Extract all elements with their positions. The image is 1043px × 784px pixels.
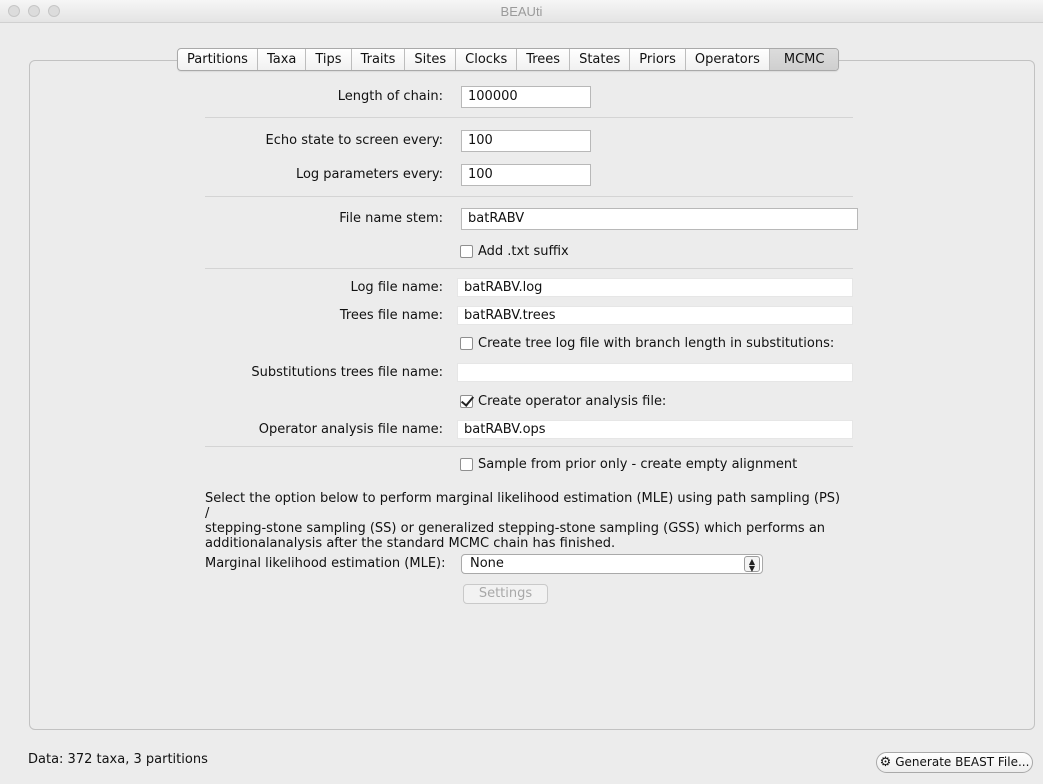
checkbox-box[interactable] [460, 337, 473, 350]
echo-state-field[interactable]: 100 [461, 130, 591, 152]
tab-traits[interactable]: Traits [352, 49, 406, 70]
tab-states[interactable]: States [570, 49, 631, 70]
file-name-stem-label: File name stem: [339, 211, 443, 226]
tab-operators[interactable]: Operators [686, 49, 770, 70]
tab-partitions[interactable]: Partitions [178, 49, 258, 70]
mle-selected-value: None [470, 556, 504, 571]
log-file-name-label: Log file name: [350, 280, 443, 295]
operator-analysis-file-label: Operator analysis file name: [258, 422, 443, 437]
separator [205, 268, 853, 269]
add-txt-suffix-label: Add .txt suffix [478, 244, 569, 259]
file-name-stem-field[interactable]: batRABV [461, 208, 858, 230]
checkbox-box[interactable] [460, 245, 473, 258]
tab-tips[interactable]: Tips [306, 49, 352, 70]
separator [205, 196, 853, 197]
tab-taxa[interactable]: Taxa [258, 49, 307, 70]
tab-priors[interactable]: Priors [630, 49, 686, 70]
substitutions-trees-file-field[interactable] [457, 363, 853, 382]
log-parameters-field[interactable]: 100 [461, 164, 591, 186]
mle-description-line: Select the option below to perform margi… [205, 491, 841, 521]
window-title: BEAUti [500, 4, 543, 19]
sample-from-prior-label: Sample from prior only - create empty al… [478, 457, 798, 472]
gear-icon: ⚙ [879, 755, 892, 770]
title-bar: BEAUti [0, 0, 1043, 23]
create-operator-analysis-label: Create operator analysis file: [478, 394, 667, 409]
tab-bar: Partitions Taxa Tips Traits Sites Clocks… [177, 48, 840, 71]
beauti-window: BEAUti Partitions Taxa Tips Traits Sites… [0, 0, 1043, 784]
create-tree-log-checkbox[interactable]: Create tree log file with branch length … [460, 336, 834, 351]
substitutions-trees-file-label: Substitutions trees file name: [251, 365, 443, 380]
create-operator-analysis-checkbox[interactable]: Create operator analysis file: [460, 394, 666, 409]
up-down-arrows-icon: ▲ ▼ [744, 556, 760, 573]
tab-clocks[interactable]: Clocks [456, 49, 518, 70]
generate-beast-file-label: Generate BEAST File... [895, 755, 1030, 769]
mle-description-line: stepping-stone sampling (SS) or generali… [205, 521, 826, 536]
separator [205, 446, 853, 447]
length-of-chain-field[interactable]: 100000 [461, 86, 591, 108]
settings-button[interactable]: Settings [463, 584, 548, 604]
separator [205, 117, 853, 118]
log-parameters-label: Log parameters every: [295, 167, 443, 182]
mle-select[interactable]: None ▲ ▼ [461, 554, 763, 574]
create-tree-log-label: Create tree log file with branch length … [478, 336, 835, 351]
tab-trees[interactable]: Trees [517, 49, 571, 70]
log-file-name-field[interactable]: batRABV.log [457, 278, 853, 297]
generate-beast-file-button[interactable]: ⚙ Generate BEAST File... [876, 752, 1033, 773]
status-text: Data: 372 taxa, 3 partitions [28, 752, 208, 767]
trees-file-name-field[interactable]: batRABV.trees [457, 306, 853, 325]
length-of-chain-label: Length of chain: [337, 89, 443, 104]
mle-description-line: additionalanalysis after the standard MC… [205, 536, 616, 551]
tab-sites[interactable]: Sites [405, 49, 457, 70]
echo-state-label: Echo state to screen every: [265, 133, 443, 148]
tab-mcmc[interactable]: MCMC [769, 49, 839, 70]
checkbox-box[interactable] [460, 458, 473, 471]
mle-label: Marginal likelihood estimation (MLE): [205, 556, 446, 571]
add-txt-suffix-checkbox[interactable]: Add .txt suffix [460, 244, 569, 259]
sample-from-prior-checkbox[interactable]: Sample from prior only - create empty al… [460, 457, 797, 472]
mle-description: Select the option below to perform margi… [205, 491, 845, 551]
checkbox-box-checked[interactable] [460, 395, 473, 408]
operator-analysis-file-field[interactable]: batRABV.ops [457, 420, 853, 439]
trees-file-name-label: Trees file name: [339, 308, 443, 323]
